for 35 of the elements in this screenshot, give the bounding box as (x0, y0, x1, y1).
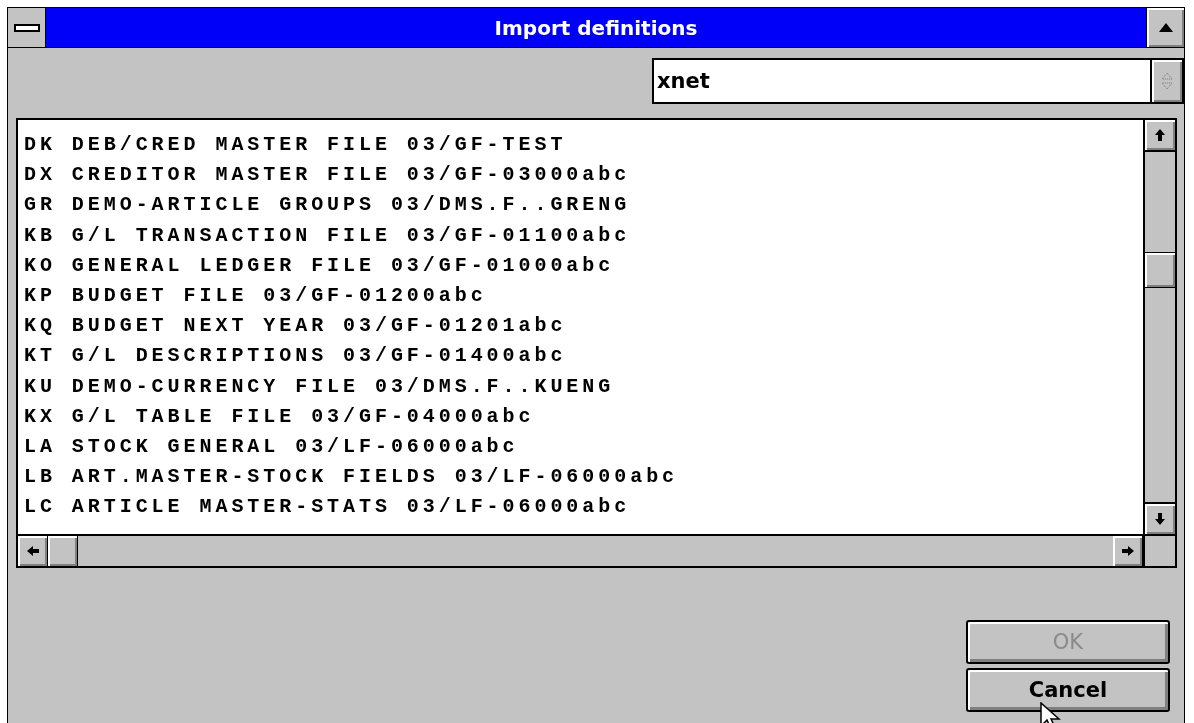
dotted-arrows-icon (1161, 72, 1173, 90)
system-menu-button[interactable] (8, 8, 46, 47)
definition-item[interactable]: LA STOCK GENERAL 03/LF-06000abc (24, 432, 519, 463)
scroll-right-button[interactable] (1113, 536, 1143, 566)
cancel-button[interactable]: Cancel (966, 668, 1170, 712)
definition-item[interactable]: DX CREDITOR MASTER FILE 03/GF-03000abc (24, 160, 631, 191)
maximize-button[interactable] (1146, 8, 1184, 47)
down-arrow-icon (1155, 513, 1165, 525)
definition-item[interactable]: KP BUDGET FILE 03/GF-01200abc (24, 281, 487, 312)
left-arrow-icon (26, 546, 39, 556)
minus-icon (13, 23, 40, 32)
definition-item[interactable]: KB G/L TRANSACTION FILE 03/GF-01100abc (24, 220, 631, 251)
definition-item[interactable]: KU DEMO-CURRENCY FILE 03/DMS.F..KUENG (24, 371, 615, 402)
combo-value: xnet (656, 69, 711, 93)
definition-item[interactable]: GR DEMO-ARTICLE GROUPS 03/DMS.F..GRENG (24, 190, 631, 221)
dropdown-button[interactable] (1150, 60, 1182, 102)
scroll-thumb[interactable] (1145, 252, 1175, 288)
definition-item[interactable]: KX G/L TABLE FILE 03/GF-04000abc (24, 401, 535, 433)
scroll-down-button[interactable] (1145, 504, 1175, 534)
scroll-left-button[interactable] (18, 536, 48, 566)
window-title: Import definitions (493, 15, 699, 40)
scroll-thumb[interactable] (48, 536, 78, 566)
source-combo-box[interactable]: xnet (652, 58, 1184, 104)
definition-item[interactable]: LC ARTICLE MASTER-STATS 03/LF-06000abc (24, 492, 631, 523)
vertical-scrollbar[interactable] (1143, 120, 1175, 534)
up-triangle-icon (1158, 23, 1173, 32)
definition-item[interactable]: KT G/L DESCRIPTIONS 03/GF-01400abc (24, 341, 567, 372)
definition-item[interactable]: KO GENERAL LEDGER FILE 03/GF-01000abc (24, 250, 615, 281)
scroll-up-button[interactable] (1145, 120, 1175, 150)
horizontal-scrollbar[interactable] (18, 536, 1143, 566)
up-arrow-icon (1155, 129, 1165, 141)
definition-item[interactable]: DK DEB/CRED MASTER FILE 03/GF-TEST (24, 130, 567, 161)
right-arrow-icon (1121, 546, 1134, 556)
definition-item[interactable]: KQ BUDGET NEXT YEAR 03/GF-01201abc (24, 311, 567, 342)
definition-item[interactable]: LB ART.MASTER-STOCK FIELDS 03/LF-06000abc (24, 462, 679, 493)
